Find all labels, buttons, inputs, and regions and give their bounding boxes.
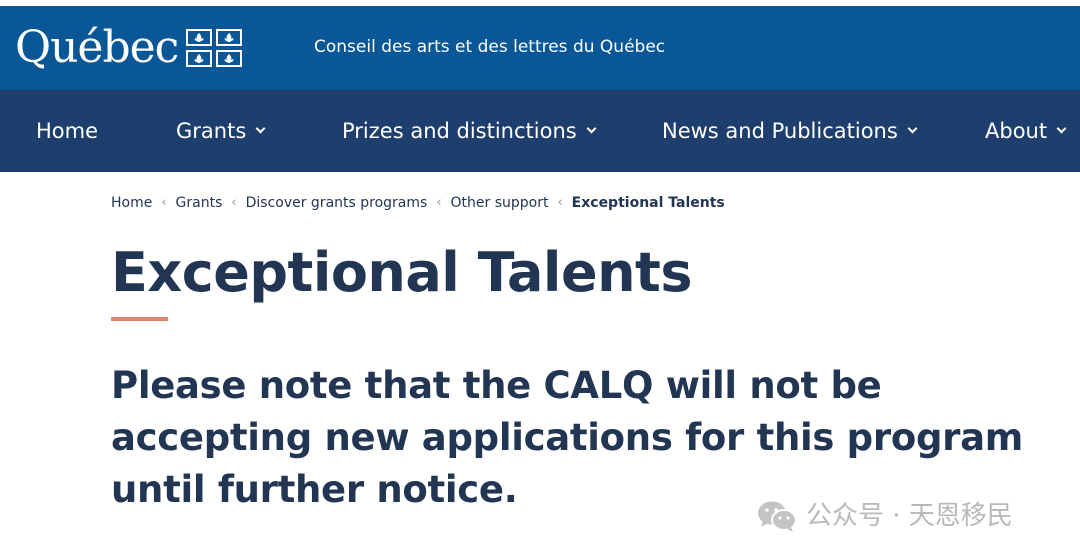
chevron-down-icon xyxy=(586,123,597,134)
breadcrumb-separator: ‹ xyxy=(161,195,167,210)
title-underline xyxy=(111,317,168,321)
wechat-icon xyxy=(758,501,797,532)
chevron-down-icon xyxy=(255,123,266,134)
quebec-logo-link[interactable]: Québec xyxy=(15,20,243,76)
breadcrumb-home[interactable]: Home xyxy=(111,193,152,213)
page-title: Exceptional Talents xyxy=(111,241,692,304)
nav-item-label: About xyxy=(985,119,1048,143)
breadcrumb-separator: ‹ xyxy=(436,195,442,210)
quebec-wordmark: Québec xyxy=(15,22,179,73)
breadcrumb-other-support[interactable]: Other support xyxy=(451,193,549,213)
nav-item-about[interactable]: About xyxy=(985,118,1067,144)
organization-name-link[interactable]: Conseil des arts et des lettres du Québe… xyxy=(314,35,665,59)
nav-item-label: Prizes and distinctions xyxy=(342,119,577,143)
nav-item-label: News and Publications xyxy=(662,119,898,143)
chevron-down-icon xyxy=(1056,123,1067,134)
government-header: Québec Conseil des arts et des lettres d… xyxy=(0,6,1080,90)
breadcrumb-separator: ‹ xyxy=(557,195,563,210)
chevron-down-icon xyxy=(907,123,918,134)
nav-item-news[interactable]: News and Publications xyxy=(662,118,918,144)
breadcrumb-current: Exceptional Talents xyxy=(571,195,725,211)
program-notice: Please note that the CALQ will not be ac… xyxy=(111,364,1023,511)
main-navigation: Home Grants Prizes and distinctions News… xyxy=(0,90,1080,172)
nav-item-label: Home xyxy=(36,119,99,143)
nav-item-grants[interactable]: Grants xyxy=(176,118,266,144)
watermark-text: 公众号 · 天恩移民 xyxy=(806,501,1013,531)
nav-item-prizes[interactable]: Prizes and distinctions xyxy=(342,118,597,144)
breadcrumb-discover-grants[interactable]: Discover grants programs xyxy=(246,193,428,213)
nav-item-label: Grants xyxy=(176,119,247,143)
watermark: 公众号 · 天恩移民 xyxy=(756,498,1013,534)
page: Québec Conseil des arts et des lettres d… xyxy=(0,0,1080,560)
breadcrumb-grants[interactable]: Grants xyxy=(176,193,223,213)
breadcrumb: Home ‹ Grants ‹ Discover grants programs… xyxy=(111,193,725,213)
nav-item-home[interactable]: Home xyxy=(36,118,98,144)
breadcrumb-separator: ‹ xyxy=(231,195,237,210)
quebec-flag-icon xyxy=(186,29,243,67)
